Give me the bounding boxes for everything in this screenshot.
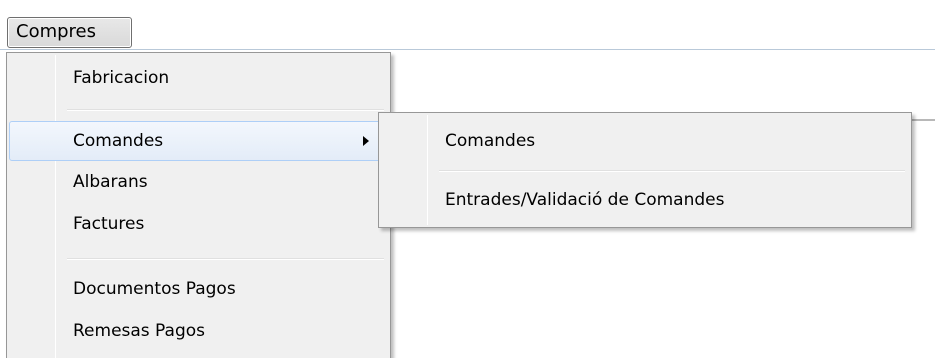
menu-item-documentos-pagos[interactable]: Documentos Pagos xyxy=(9,269,388,309)
menu-item-label: Documentos Pagos xyxy=(73,279,236,299)
submenu-item-entrades-validacio[interactable]: Entrades/Validació de Comandes xyxy=(381,180,909,220)
menu-item-albarans[interactable]: Albarans xyxy=(9,162,388,202)
menu-separator xyxy=(439,170,905,172)
menu-item-label: Factures xyxy=(73,214,145,234)
menu-item-label: Remesas Pagos xyxy=(73,321,206,341)
menu-item-label: Comandes xyxy=(73,131,164,151)
menu-separator xyxy=(67,109,384,111)
menu-item-label: Comandes xyxy=(445,131,536,151)
menu-separator xyxy=(67,258,384,260)
submenu-arrow-icon xyxy=(363,136,369,146)
menu-bar: Compres xyxy=(0,0,935,50)
comandes-submenu: Comandes Entrades/Validació de Comandes xyxy=(378,112,912,228)
menu-item-fabricacion[interactable]: Fabricacion xyxy=(9,58,388,98)
menu-item-label: Entrades/Validació de Comandes xyxy=(445,190,725,210)
menu-item-label: Fabricacion xyxy=(73,68,170,88)
menu-item-comandes[interactable]: Comandes xyxy=(9,121,388,161)
menu-item-label: Albarans xyxy=(73,172,148,192)
compres-dropdown-menu: Fabricacion Comandes Albarans Factures D… xyxy=(6,52,391,358)
menu-item-remesas-pagos[interactable]: Remesas Pagos xyxy=(9,311,388,351)
menu-compres[interactable]: Compres xyxy=(7,17,132,48)
menu-item-factures[interactable]: Factures xyxy=(9,204,388,244)
submenu-item-comandes[interactable]: Comandes xyxy=(381,121,909,161)
